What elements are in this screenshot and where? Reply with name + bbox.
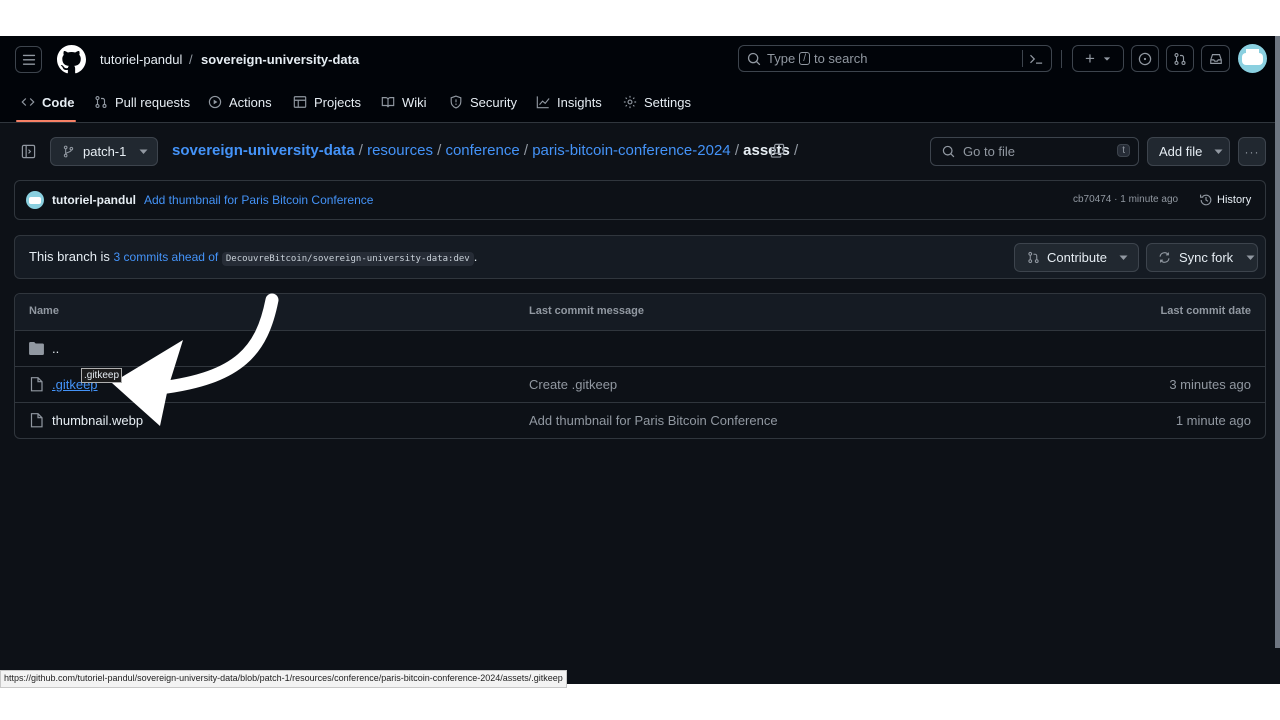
browser-status-bar: https://github.com/tutoriel-pandul/sover… <box>0 670 567 688</box>
annotation-arrow <box>112 293 279 426</box>
file-name-tooltip: .gitkeep <box>81 368 123 383</box>
